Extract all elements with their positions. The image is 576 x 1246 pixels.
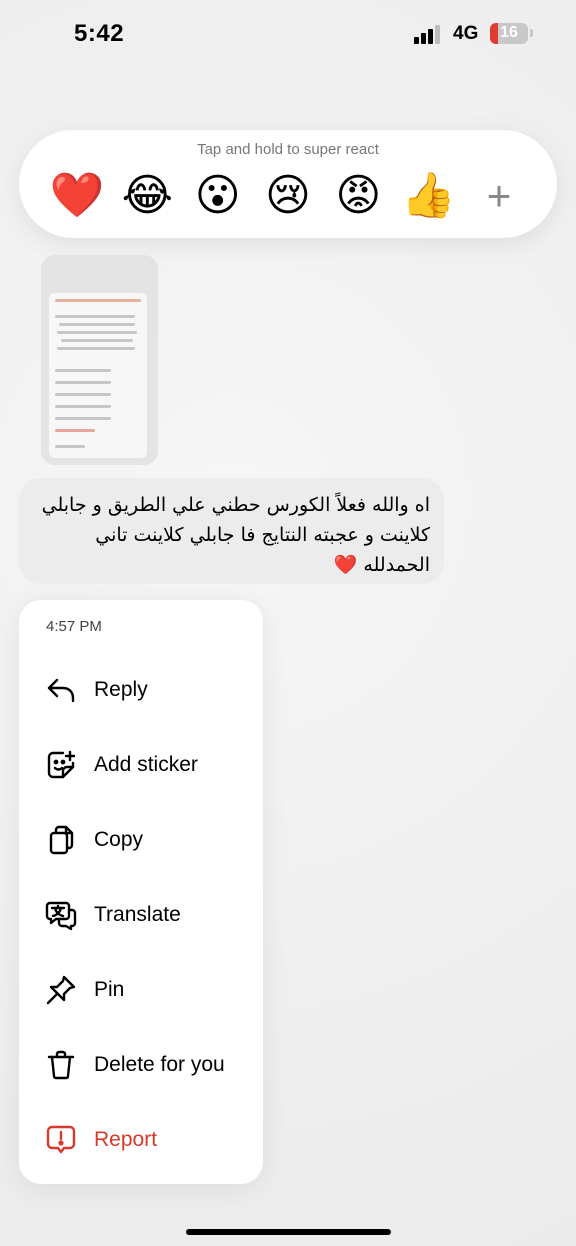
laughing-reaction[interactable]: 😂 xyxy=(119,168,175,224)
reaction-bar: Tap and hold to super react ❤️ 😂 😮 😢 😡 👍… xyxy=(19,130,557,238)
translate-menu-item[interactable]: Translate xyxy=(19,885,263,945)
add-sticker-label: Add sticker xyxy=(94,753,198,776)
image-thumbnail[interactable] xyxy=(41,255,158,465)
pin-label: Pin xyxy=(94,978,125,1001)
battery-icon: 16 xyxy=(490,23,528,44)
screen: 5:42 4G 16 Tap and hold to super react ❤… xyxy=(0,0,576,1246)
report-menu-item[interactable]: Report xyxy=(19,1110,263,1170)
thumbs-up-reaction[interactable]: 👍 xyxy=(401,168,457,224)
delete-for-you-label: Delete for you xyxy=(94,1053,225,1076)
translate-label: Translate xyxy=(94,903,181,926)
reaction-list: ❤️ 😂 😮 😢 😡 👍 + xyxy=(49,168,527,224)
reaction-hint: Tap and hold to super react xyxy=(197,141,379,158)
crying-reaction[interactable]: 😢 xyxy=(260,168,316,224)
translate-icon xyxy=(45,899,77,931)
message-timestamp: 4:57 PM xyxy=(46,618,102,635)
plus-icon[interactable]: + xyxy=(471,168,527,224)
heart-reaction[interactable]: ❤️ xyxy=(49,168,105,224)
message-text: اه والله فعلاً الكورس حطني علي الطريق و … xyxy=(41,494,430,576)
reply-menu-item[interactable]: Reply xyxy=(19,660,263,720)
message-bubble[interactable]: اه والله فعلاً الكورس حطني علي الطريق و … xyxy=(19,478,444,584)
trash-icon xyxy=(45,1049,77,1081)
pin-icon xyxy=(45,974,77,1006)
delete-for-you-menu-item[interactable]: Delete for you xyxy=(19,1035,263,1095)
copy-icon xyxy=(45,824,77,856)
reply-label: Reply xyxy=(94,678,148,701)
copy-menu-item[interactable]: Copy xyxy=(19,810,263,870)
report-icon xyxy=(45,1124,77,1156)
battery-tip xyxy=(530,29,533,37)
battery-level: 16 xyxy=(500,24,518,41)
surprised-reaction[interactable]: 😮 xyxy=(190,168,246,224)
pin-menu-item[interactable]: Pin xyxy=(19,960,263,1020)
message-context-menu: 4:57 PM Reply Add sticker Copy Translate… xyxy=(19,600,263,1184)
cellular-signal-icon xyxy=(414,25,444,44)
reply-icon xyxy=(45,674,77,706)
add-sticker-menu-item[interactable]: Add sticker xyxy=(19,735,263,795)
thumbnail-content xyxy=(49,293,147,458)
home-indicator[interactable] xyxy=(186,1229,391,1235)
status-bar: 5:42 4G 16 xyxy=(0,0,576,70)
sticker-icon xyxy=(45,749,77,781)
status-time: 5:42 xyxy=(74,20,125,47)
network-type: 4G xyxy=(453,23,479,44)
angry-reaction[interactable]: 😡 xyxy=(330,168,386,224)
copy-label: Copy xyxy=(94,828,144,851)
report-label: Report xyxy=(94,1128,158,1151)
